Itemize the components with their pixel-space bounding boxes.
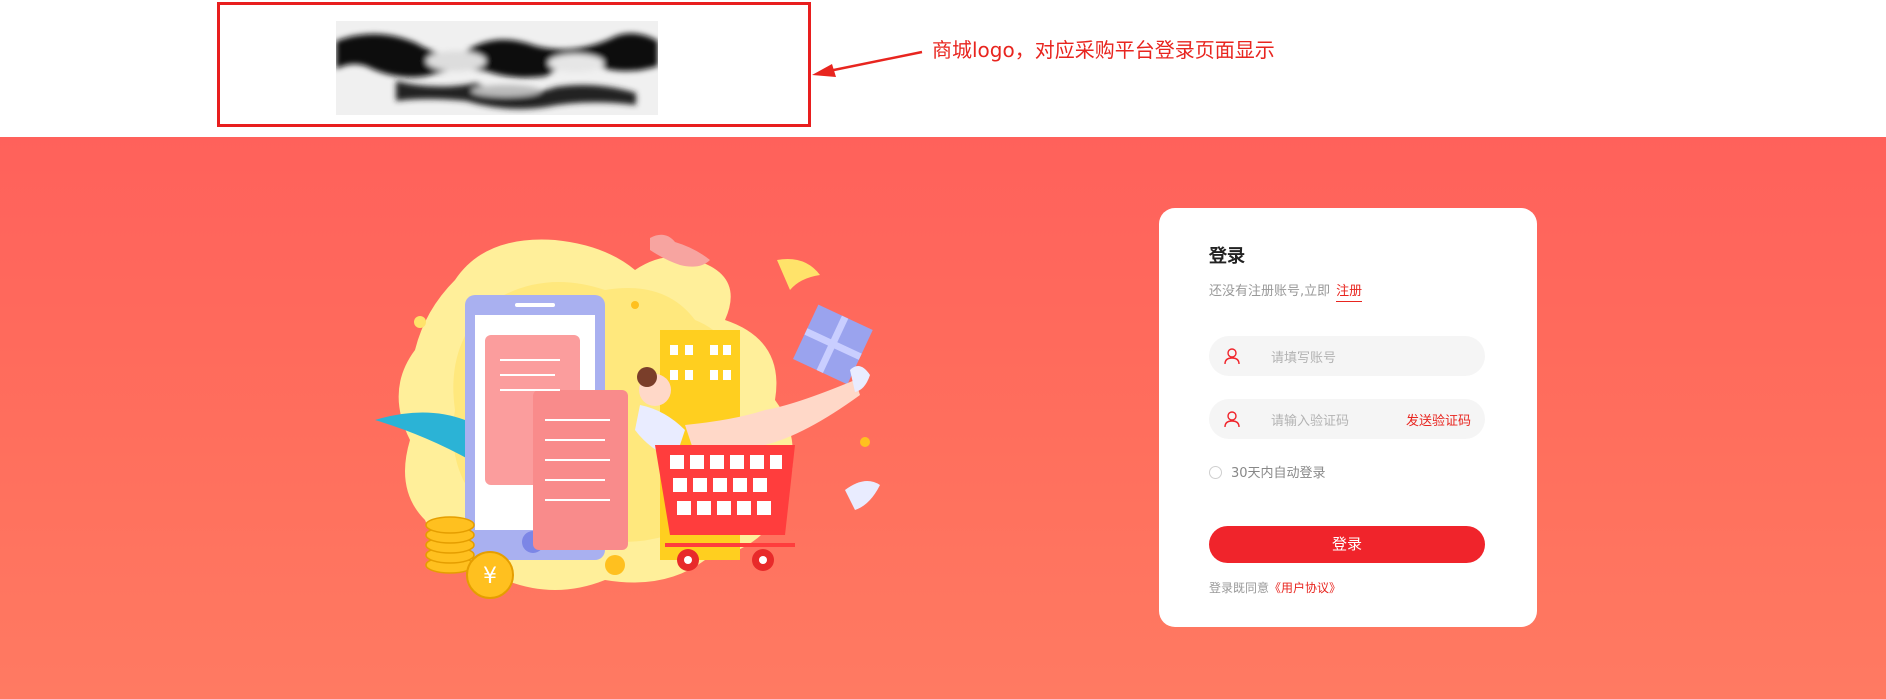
svg-text:¥: ¥ — [483, 564, 497, 589]
send-code-button[interactable]: 发送验证码 — [1406, 410, 1471, 429]
login-banner — [0, 137, 1886, 699]
login-button[interactable]: 登录 — [1209, 526, 1485, 563]
account-field[interactable]: 请填写账号 — [1209, 336, 1485, 376]
annotation-text: 商城logo，对应采购平台登录页面显示 — [932, 38, 1275, 62]
user-icon — [1223, 410, 1241, 432]
remember-checkbox[interactable] — [1209, 466, 1222, 479]
agree-prefix: 登录既同意 — [1209, 581, 1270, 595]
remember-label: 30天内自动登录 — [1231, 466, 1326, 481]
header: 商城logo，对应采购平台登录页面显示 — [0, 0, 1886, 137]
verification-code-field[interactable]: 请输入验证码 发送验证码 — [1209, 399, 1485, 439]
user-agreement-link[interactable]: 《用户协议》 — [1269, 581, 1341, 595]
shopping-illustration: ¥ — [365, 220, 905, 610]
arrow-left-icon — [810, 46, 930, 84]
code-placeholder: 请输入验证码 — [1271, 414, 1350, 429]
register-link[interactable]: 注册 — [1336, 284, 1363, 302]
login-title: 登录 — [1209, 246, 1245, 267]
account-placeholder: 请填写账号 — [1271, 351, 1337, 366]
mall-logo-image — [336, 21, 658, 115]
remember-me[interactable]: 30天内自动登录 — [1209, 462, 1326, 481]
user-icon — [1223, 347, 1241, 369]
login-card: 登录 还没有注册账号,立即 注册 请填写账号 请输入验证码 发送验证码 30天内自… — [1159, 208, 1537, 627]
register-prompt: 还没有注册账号,立即 注册 — [1209, 280, 1363, 302]
agreement-text: 登录既同意《用户协议》 — [1209, 579, 1341, 596]
no-account-text: 还没有注册账号,立即 — [1209, 284, 1331, 299]
